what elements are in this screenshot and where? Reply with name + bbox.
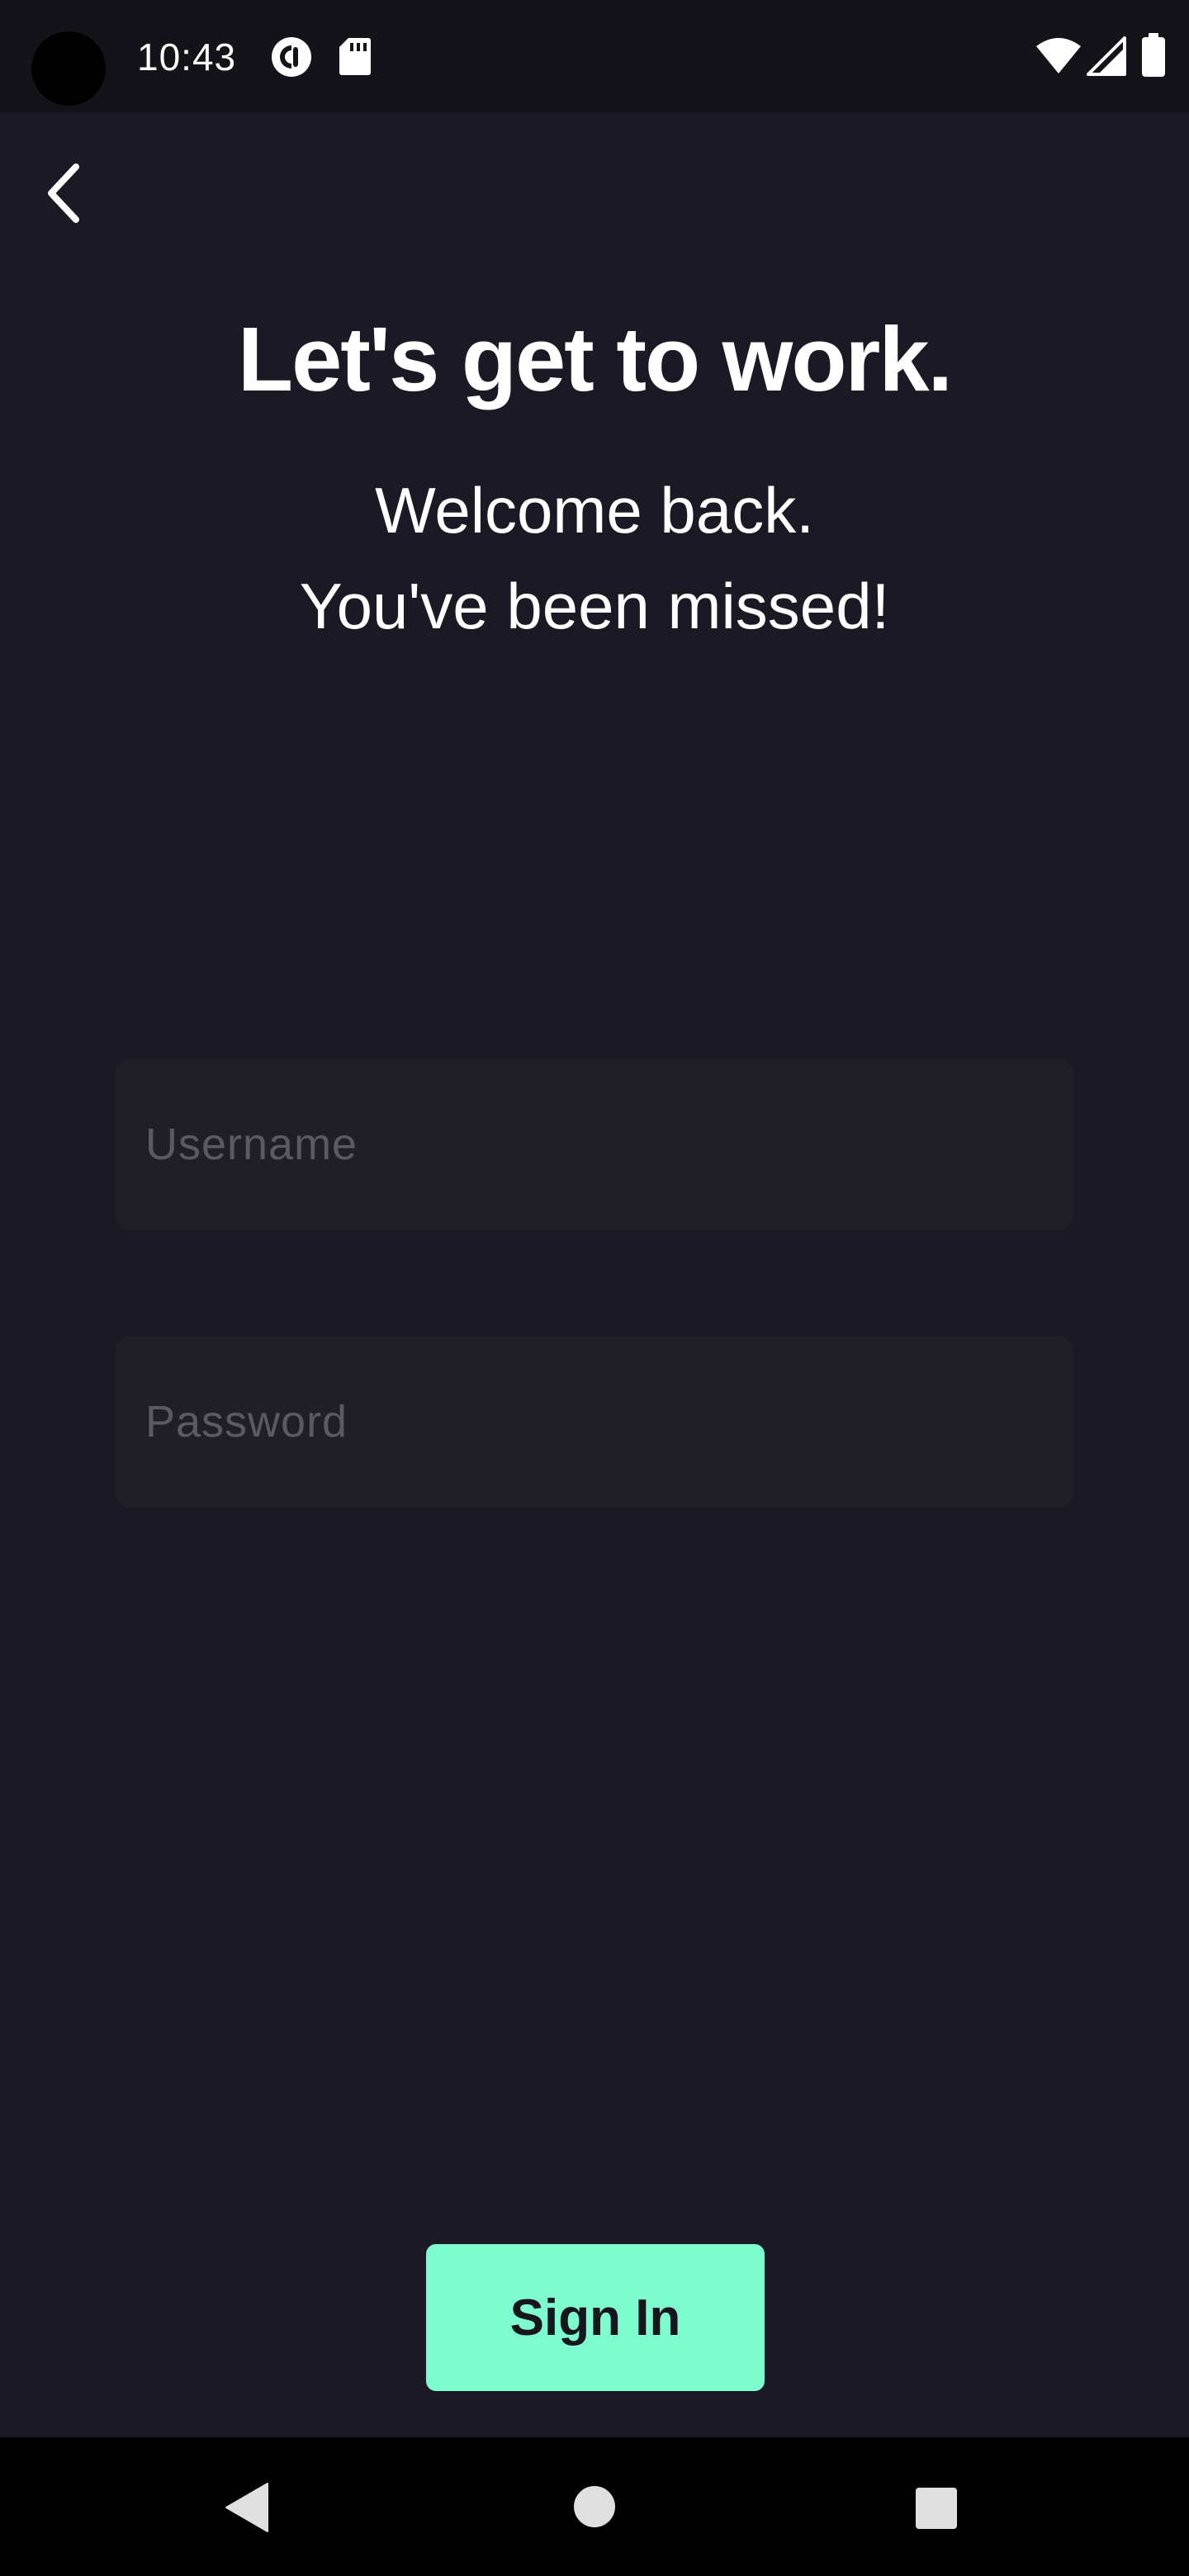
chevron-left-icon <box>48 163 79 223</box>
cell-signal-icon <box>1087 36 1126 80</box>
sign-in-screen: 10:43 Let's get to work. Welcome back. Y… <box>0 0 1189 2576</box>
back-button[interactable] <box>33 154 96 233</box>
page-title: Let's get to work. <box>237 309 953 410</box>
subtitle-line-1: Welcome back. <box>375 474 814 547</box>
nav-recents-icon[interactable] <box>915 2487 958 2534</box>
camera-cutout <box>31 31 106 106</box>
wifi-icon <box>1035 38 1082 78</box>
status-time: 10:43 <box>137 36 237 78</box>
nav-home-icon[interactable] <box>573 2485 616 2532</box>
username-input[interactable] <box>116 1058 1073 1230</box>
nav-back-icon[interactable] <box>225 2482 269 2537</box>
sd-card-icon <box>339 36 372 80</box>
page-subtitle: Welcome back. You've been missed! <box>0 462 1189 654</box>
subtitle-line-2: You've been missed! <box>299 570 890 642</box>
status-bar: 10:43 <box>0 0 1189 112</box>
password-input[interactable] <box>116 1336 1073 1508</box>
pocketcasts-icon <box>271 36 312 82</box>
navigation-bar <box>0 2437 1189 2576</box>
sign-in-button[interactable]: Sign In <box>426 2244 765 2391</box>
battery-icon <box>1141 33 1166 82</box>
